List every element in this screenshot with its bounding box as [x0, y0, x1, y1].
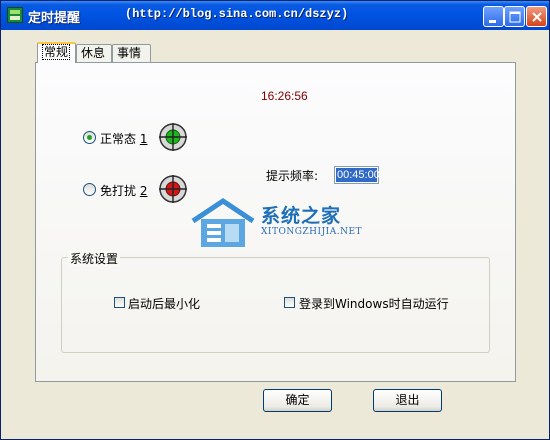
- mode-normal-radio[interactable]: [83, 131, 96, 144]
- frequency-input[interactable]: 00:45:00: [334, 166, 380, 184]
- tab-rest[interactable]: 休息: [76, 44, 112, 62]
- radio-selected-dot: [87, 135, 92, 140]
- tab-general[interactable]: 常规: [37, 42, 76, 63]
- settings-group-title: 系统设置: [68, 250, 121, 267]
- autorun-label[interactable]: 登录到Windows时自动运行: [299, 295, 449, 312]
- ok-button[interactable]: 确定: [263, 389, 332, 412]
- minimize-on-start-label[interactable]: 启动后最小化: [128, 295, 200, 312]
- mode-dnd-radio[interactable]: [83, 183, 96, 196]
- main-window: 定时提醒 (http://blog.sina.com.cn/dszyz) 常规 …: [0, 0, 550, 440]
- watermark-name: 系统之家: [261, 205, 342, 227]
- app-icon: [7, 7, 23, 23]
- mode-normal-label[interactable]: 正常态 1: [100, 130, 147, 147]
- title-bar[interactable]: 定时提醒 (http://blog.sina.com.cn/dszyz): [1, 1, 549, 30]
- watermark-logo: 系统之家 XITONGZHIJIA.NET: [189, 197, 389, 261]
- close-button[interactable]: [526, 6, 547, 27]
- maximize-icon: [509, 11, 521, 23]
- exit-button[interactable]: 退出: [373, 389, 442, 412]
- minimize-icon: [489, 20, 496, 23]
- window-title: 定时提醒: [28, 11, 81, 26]
- green-target-icon: [159, 123, 187, 151]
- clock-display: 16:26:56: [261, 89, 308, 103]
- maximize-button[interactable]: [504, 6, 525, 27]
- tab-matters-label: 事情: [117, 46, 142, 60]
- frequency-value: 00:45:00: [336, 168, 380, 182]
- minimize-on-start-checkbox[interactable]: [114, 297, 125, 308]
- close-icon: [532, 12, 542, 22]
- mode-dnd-label[interactable]: 免打扰 2: [100, 182, 147, 199]
- watermark-domain: XITONGZHIJIA.NET: [261, 227, 363, 237]
- red-target-icon: [159, 175, 187, 203]
- tab-rest-label: 休息: [81, 46, 106, 60]
- tab-matters[interactable]: 事情: [112, 44, 151, 62]
- frequency-label: 提示频率:: [266, 169, 319, 183]
- autorun-checkbox[interactable]: [284, 297, 295, 308]
- tab-general-label: 常规: [42, 44, 71, 60]
- minimize-button[interactable]: [483, 6, 504, 27]
- window-title-url: (http://blog.sina.com.cn/dszyz): [125, 7, 349, 21]
- watermark-house-icon: [191, 197, 255, 247]
